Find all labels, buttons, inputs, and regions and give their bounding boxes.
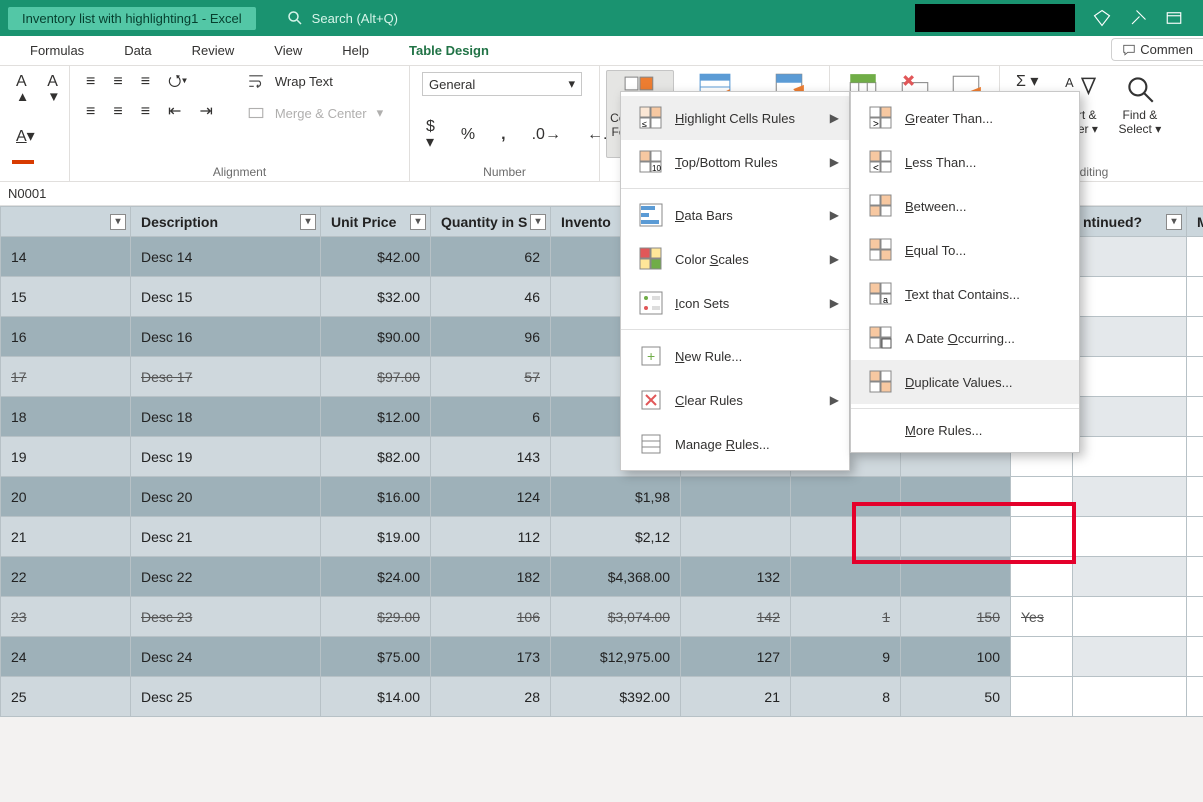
menu-color-scales[interactable]: Color Scales▶ bbox=[621, 237, 849, 281]
table-row[interactable]: 25Desc 25$14.0028$392.0021850 bbox=[1, 677, 1203, 717]
col-header-discontinued[interactable]: ntinued? bbox=[1073, 207, 1187, 237]
align-left[interactable]: ≡ bbox=[82, 102, 99, 122]
date-occurring-icon bbox=[869, 326, 893, 350]
greater-than-icon: > bbox=[869, 106, 893, 130]
equal-to-icon bbox=[869, 238, 893, 262]
conditional-formatting-menu: ≤ Highlight Cells Rules▶ 10 Top/Bottom R… bbox=[620, 91, 850, 471]
svg-text:+: + bbox=[647, 348, 655, 364]
menu-duplicate-values[interactable]: Duplicate Values... bbox=[851, 360, 1079, 404]
indent-inc[interactable]: ⇥ bbox=[195, 102, 216, 122]
less-than-icon: < bbox=[869, 150, 893, 174]
currency-button[interactable]: $ ▾ bbox=[422, 117, 439, 153]
menu-new-rule[interactable]: + New Rule... bbox=[621, 334, 849, 378]
menu-less-than[interactable]: < Less Than... bbox=[851, 140, 1079, 184]
menu-highlight-cells-rules[interactable]: ≤ Highlight Cells Rules▶ bbox=[621, 96, 849, 140]
menu-greater-than[interactable]: > Greater Than... bbox=[851, 96, 1079, 140]
account-strip bbox=[915, 4, 1075, 32]
align-bottom[interactable]: ≡ bbox=[137, 72, 154, 92]
tab-help[interactable]: Help bbox=[342, 43, 369, 58]
menu-icon-sets[interactable]: Icon Sets▶ bbox=[621, 281, 849, 325]
search-placeholder: Search (Alt+Q) bbox=[312, 11, 398, 26]
highlight-cells-icon: ≤ bbox=[639, 106, 663, 130]
tab-view[interactable]: View bbox=[274, 43, 302, 58]
col-header-unit-price[interactable]: Unit Price bbox=[321, 207, 431, 237]
search-icon bbox=[286, 9, 304, 27]
menu-manage-rules[interactable]: Manage Rules... bbox=[621, 422, 849, 466]
duplicate-values-icon bbox=[869, 370, 893, 394]
menu-top-bottom-rules[interactable]: 10 Top/Bottom Rules▶ bbox=[621, 140, 849, 184]
pin-icon[interactable] bbox=[1129, 9, 1147, 27]
ribbon-tabs: Formulas Data Review View Help Table Des… bbox=[0, 36, 1203, 66]
wrap-text-button[interactable]: Wrap Text bbox=[247, 72, 383, 90]
comment-icon bbox=[1122, 43, 1136, 57]
menu-text-contains[interactable]: a Text that Contains... bbox=[851, 272, 1079, 316]
number-format-combo[interactable]: General▾ bbox=[422, 72, 582, 96]
color-scales-icon bbox=[639, 247, 663, 271]
tab-table-design[interactable]: Table Design bbox=[409, 43, 489, 58]
svg-text:<: < bbox=[873, 163, 879, 174]
alignment-caption: Alignment bbox=[82, 163, 397, 179]
align-top[interactable]: ≡ bbox=[82, 72, 99, 92]
new-rule-icon: + bbox=[639, 344, 663, 368]
clear-rules-icon bbox=[639, 388, 663, 412]
col-header-quantity[interactable]: Quantity in S bbox=[431, 207, 551, 237]
col-header-1[interactable] bbox=[1, 207, 131, 237]
percent-button[interactable]: % bbox=[457, 125, 479, 145]
svg-text:a: a bbox=[883, 295, 888, 305]
menu-equal-to[interactable]: Equal To... bbox=[851, 228, 1079, 272]
svg-text:≤: ≤ bbox=[642, 119, 647, 129]
tab-review[interactable]: Review bbox=[192, 43, 235, 58]
align-right[interactable]: ≡ bbox=[137, 102, 154, 122]
comments-button[interactable]: Commen bbox=[1111, 38, 1203, 61]
table-row[interactable]: 21Desc 21$19.00112$2,12 bbox=[1, 517, 1203, 557]
manage-rules-icon bbox=[639, 432, 663, 456]
tab-formulas[interactable]: Formulas bbox=[30, 43, 84, 58]
top-bottom-icon: 10 bbox=[639, 150, 663, 174]
table-row[interactable]: 22Desc 22$24.00182$4,368.00132 bbox=[1, 557, 1203, 597]
table-row[interactable]: 23Desc 23$29.00106$3,074.001421150Yes bbox=[1, 597, 1203, 637]
diamond-icon[interactable] bbox=[1093, 9, 1111, 27]
orientation[interactable]: ⭯▾ bbox=[164, 72, 191, 92]
number-caption: Number bbox=[422, 163, 587, 179]
table-row[interactable]: 20Desc 20$16.00124$1,98 bbox=[1, 477, 1203, 517]
highlight-cells-submenu: > Greater Than... < Less Than... Between… bbox=[850, 91, 1080, 453]
merge-icon bbox=[247, 104, 265, 122]
menu-more-rules[interactable]: More Rules... bbox=[851, 413, 1079, 448]
between-icon bbox=[869, 194, 893, 218]
comma-button[interactable]: , bbox=[497, 125, 509, 145]
icon-sets-icon bbox=[639, 291, 663, 315]
wrap-text-icon bbox=[247, 72, 265, 90]
align-center[interactable]: ≡ bbox=[109, 102, 126, 122]
col-letter-m[interactable]: M bbox=[1187, 207, 1203, 237]
increase-decimal[interactable]: .0→ bbox=[528, 125, 565, 145]
window-icon[interactable] bbox=[1165, 9, 1183, 27]
menu-clear-rules[interactable]: Clear Rules▶ bbox=[621, 378, 849, 422]
svg-text:>: > bbox=[873, 119, 879, 130]
find-select-button[interactable]: Find & Select ▾ bbox=[1114, 72, 1166, 144]
svg-text:A: A bbox=[1065, 75, 1074, 90]
table-row[interactable]: 24Desc 24$75.00173$12,975.001279100 bbox=[1, 637, 1203, 677]
col-header-description[interactable]: Description bbox=[131, 207, 321, 237]
text-contains-icon: a bbox=[869, 282, 893, 306]
menu-date-occurring[interactable]: A Date Occurring... bbox=[851, 316, 1079, 360]
tab-data[interactable]: Data bbox=[124, 43, 151, 58]
workbook-title: Inventory list with highlighting1 - Exce… bbox=[8, 7, 256, 30]
title-bar: Inventory list with highlighting1 - Exce… bbox=[0, 0, 1203, 36]
search-box[interactable]: Search (Alt+Q) bbox=[286, 9, 398, 27]
find-select-icon bbox=[1123, 72, 1157, 106]
svg-text:10: 10 bbox=[652, 164, 661, 173]
menu-data-bars[interactable]: Data Bars▶ bbox=[621, 193, 849, 237]
merge-center-button: Merge & Center ▾ bbox=[247, 104, 383, 122]
autosum-button[interactable]: Σ ▾ bbox=[1012, 72, 1046, 92]
indent-dec[interactable]: ⇤ bbox=[164, 102, 185, 122]
spreadsheet-area: Description Unit Price Quantity in S Inv… bbox=[0, 206, 1203, 717]
data-bars-icon bbox=[639, 203, 663, 227]
formula-value: N0001 bbox=[8, 186, 46, 201]
menu-between[interactable]: Between... bbox=[851, 184, 1079, 228]
align-middle[interactable]: ≡ bbox=[109, 72, 126, 92]
